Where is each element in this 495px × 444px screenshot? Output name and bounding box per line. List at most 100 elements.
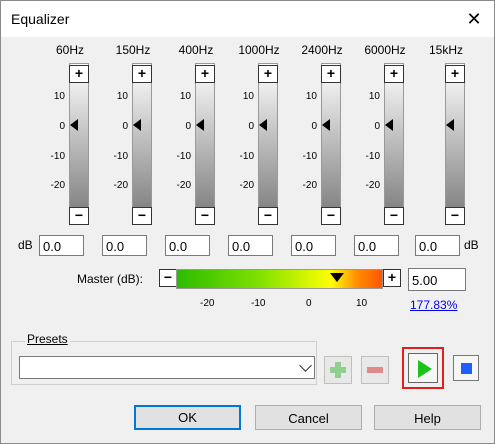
- band-decrease-button[interactable]: −: [321, 207, 341, 225]
- band-slider-thumb[interactable]: [70, 119, 78, 131]
- tick-label: -10: [239, 151, 254, 162]
- band-increase-button[interactable]: +: [195, 65, 215, 83]
- band-slider-track[interactable]: [195, 63, 215, 225]
- master-increase-button[interactable]: +: [383, 269, 401, 287]
- band-decrease-button[interactable]: −: [132, 207, 152, 225]
- band-freq-label: 2400Hz: [301, 43, 343, 57]
- band-decrease-button[interactable]: −: [195, 207, 215, 225]
- band-slider-thumb[interactable]: [133, 119, 141, 131]
- tick-label: 0: [374, 121, 380, 132]
- tick-label: 10: [368, 91, 380, 102]
- chevron-down-icon: [299, 359, 312, 372]
- band-400hz: 400Hz + − 10 0 -10 -20: [165, 43, 227, 259]
- band-slider-thumb[interactable]: [385, 119, 393, 131]
- tick-label: -20: [365, 180, 380, 191]
- band-decrease-button[interactable]: −: [445, 207, 465, 225]
- band-slider-track[interactable]: [445, 63, 465, 225]
- tick-label: 10: [116, 91, 128, 102]
- presets-label: Presets: [25, 332, 70, 346]
- add-preset-button[interactable]: [324, 356, 352, 384]
- tick-label: -10: [365, 151, 380, 162]
- master-decrease-button[interactable]: −: [159, 269, 177, 287]
- master-label: Master (dB):: [77, 272, 144, 286]
- band-freq-label: 1000Hz: [238, 43, 280, 57]
- tick-label: 0: [311, 121, 317, 132]
- stop-button[interactable]: [453, 355, 479, 381]
- band-freq-label: 60Hz: [55, 43, 84, 57]
- band-value-field[interactable]: 0.0: [228, 235, 273, 256]
- play-icon: [418, 360, 432, 378]
- master-tick-label: -10: [251, 298, 266, 309]
- title-bar: Equalizer ✕: [1, 1, 494, 37]
- band-slider-track[interactable]: [69, 63, 89, 225]
- band-60hz: 60Hz + − 10 0 -10 -20: [39, 43, 101, 259]
- master-tick-label: -20: [200, 298, 215, 309]
- band-decrease-button[interactable]: −: [258, 207, 278, 225]
- db-label-left: dB: [18, 238, 33, 252]
- band-increase-button[interactable]: +: [132, 65, 152, 83]
- ok-button[interactable]: OK: [134, 405, 241, 430]
- band-freq-label: 6000Hz: [364, 43, 406, 57]
- close-icon[interactable]: ✕: [460, 5, 488, 33]
- equalizer-window: Equalizer ✕ 60Hz + − 10 0 -10 -20 150Hz …: [0, 0, 495, 444]
- cancel-button[interactable]: Cancel: [255, 405, 362, 430]
- master-slider-thumb[interactable]: [330, 273, 344, 282]
- master-percent-link[interactable]: 177.83%: [410, 298, 457, 312]
- band-increase-button[interactable]: +: [258, 65, 278, 83]
- band-increase-button[interactable]: +: [321, 65, 341, 83]
- help-button[interactable]: Help: [374, 405, 481, 430]
- band-6000hz: 6000Hz + − 10 0 -10 -20: [354, 43, 416, 259]
- tick-label: 10: [179, 91, 191, 102]
- plus-icon-vertical: [335, 362, 341, 378]
- band-decrease-button[interactable]: −: [384, 207, 404, 225]
- tick-label: -20: [113, 180, 128, 191]
- master-tick-label: 10: [356, 298, 368, 309]
- band-150hz: 150Hz + − 10 0 -10 -20: [102, 43, 164, 259]
- tick-label: -10: [50, 151, 65, 162]
- band-slider-thumb[interactable]: [196, 119, 204, 131]
- band-decrease-button[interactable]: −: [69, 207, 89, 225]
- presets-dropdown[interactable]: [19, 356, 315, 379]
- band-freq-label: 150Hz: [115, 43, 151, 57]
- band-freq-label: 15kHz: [428, 43, 463, 57]
- db-label-right: dB: [464, 238, 479, 252]
- band-slider-thumb[interactable]: [322, 119, 330, 131]
- tick-label: 0: [248, 121, 254, 132]
- band-1000hz: 1000Hz + − 10 0 -10 -20: [228, 43, 290, 259]
- tick-label: -20: [50, 180, 65, 191]
- band-value-field[interactable]: 0.0: [291, 235, 336, 256]
- band-slider-thumb[interactable]: [259, 119, 267, 131]
- master-value-field[interactable]: 5.00: [408, 268, 466, 291]
- tick-label: 10: [53, 91, 65, 102]
- band-value-field[interactable]: 0.0: [102, 235, 147, 256]
- tick-label: 10: [305, 91, 317, 102]
- tick-label: -10: [113, 151, 128, 162]
- band-increase-button[interactable]: +: [69, 65, 89, 83]
- band-slider-track[interactable]: [132, 63, 152, 225]
- tick-label: 10: [242, 91, 254, 102]
- band-slider-track[interactable]: [321, 63, 341, 225]
- tick-label: -10: [302, 151, 317, 162]
- tick-label: -20: [239, 180, 254, 191]
- play-button[interactable]: [408, 353, 438, 383]
- stop-icon: [461, 363, 472, 374]
- tick-label: -20: [302, 180, 317, 191]
- band-value-field[interactable]: 0.0: [354, 235, 399, 256]
- band-slider-track[interactable]: [384, 63, 404, 225]
- tick-label: 0: [185, 121, 191, 132]
- tick-label: -10: [176, 151, 191, 162]
- band-value-field[interactable]: 0.0: [415, 235, 460, 256]
- band-value-field[interactable]: 0.0: [165, 235, 210, 256]
- master-gain-slider[interactable]: [176, 269, 383, 289]
- band-value-field[interactable]: 0.0: [39, 235, 84, 256]
- delete-preset-button[interactable]: [361, 356, 389, 384]
- band-freq-label: 400Hz: [178, 43, 214, 57]
- tick-label: 0: [122, 121, 128, 132]
- band-slider-track[interactable]: [258, 63, 278, 225]
- band-increase-button[interactable]: +: [384, 65, 404, 83]
- tick-label: 0: [59, 121, 65, 132]
- band-increase-button[interactable]: +: [445, 65, 465, 83]
- band-slider-thumb[interactable]: [446, 119, 454, 131]
- play-highlight: [402, 347, 444, 389]
- minus-icon: [367, 367, 383, 373]
